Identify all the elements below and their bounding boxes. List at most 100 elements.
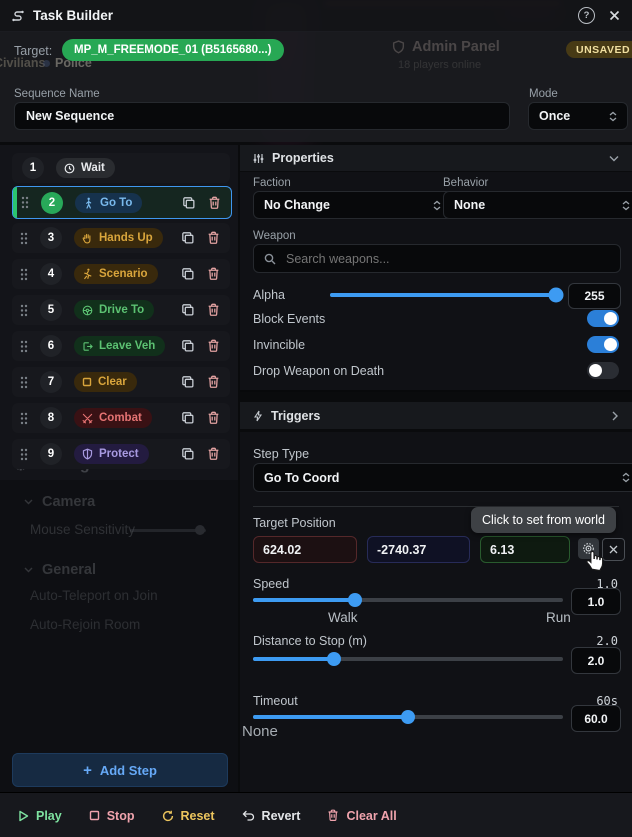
alpha-slider[interactable] bbox=[330, 287, 564, 303]
step-row-protect[interactable]: 9 Protect bbox=[12, 439, 230, 469]
drag-handle-icon[interactable] bbox=[20, 232, 28, 245]
clear-all-button[interactable]: Clear All bbox=[327, 809, 397, 823]
weapon-label: Weapon bbox=[253, 230, 296, 242]
alpha-value[interactable]: 255 bbox=[568, 283, 621, 309]
revert-button[interactable]: Revert bbox=[242, 809, 300, 823]
trash-icon bbox=[209, 196, 220, 209]
timeout-slider[interactable] bbox=[253, 710, 563, 724]
block-events-label: Block Events bbox=[253, 312, 326, 326]
step-number: 2 bbox=[41, 191, 63, 214]
close-button[interactable] bbox=[609, 10, 620, 21]
timeout-box[interactable]: 60.0 bbox=[571, 705, 621, 732]
step-row-leaveveh[interactable]: 6 Leave Veh bbox=[12, 331, 230, 361]
sliders-icon bbox=[253, 153, 264, 164]
step-row-goto-selected[interactable]: 2 Go To bbox=[12, 186, 232, 219]
copy-step-button[interactable] bbox=[181, 447, 195, 461]
faction-label: Faction bbox=[253, 177, 291, 189]
drag-handle-icon[interactable] bbox=[20, 304, 28, 317]
speed-label: Speed bbox=[253, 577, 290, 591]
toggle-knob bbox=[604, 338, 617, 351]
step-row-clear[interactable]: 7 Clear bbox=[12, 367, 230, 397]
toggle-knob bbox=[589, 364, 602, 377]
reset-button[interactable]: Reset bbox=[162, 809, 215, 823]
stop-button[interactable]: Stop bbox=[89, 809, 135, 823]
copy-step-button[interactable] bbox=[181, 411, 195, 425]
alpha-slider-thumb[interactable] bbox=[548, 287, 564, 303]
delete-step-button[interactable] bbox=[207, 303, 220, 317]
delete-step-button[interactable] bbox=[207, 267, 220, 281]
delete-step-button[interactable] bbox=[208, 196, 221, 210]
copy-icon bbox=[182, 268, 194, 280]
copy-step-button[interactable] bbox=[182, 196, 196, 210]
delete-step-button[interactable] bbox=[207, 375, 220, 389]
clear-position-button[interactable] bbox=[602, 538, 625, 561]
drag-handle-icon[interactable] bbox=[20, 448, 28, 461]
copy-icon bbox=[182, 340, 194, 352]
faction-select[interactable]: No Change bbox=[253, 191, 452, 219]
drag-handle-icon[interactable] bbox=[20, 340, 28, 353]
mode-select[interactable]: Once bbox=[528, 102, 628, 130]
timeout-slider-thumb[interactable] bbox=[401, 710, 415, 724]
distance-label: Distance to Stop (m) bbox=[253, 634, 367, 648]
distance-box[interactable]: 2.0 bbox=[571, 647, 621, 674]
distance-slider-thumb[interactable] bbox=[326, 652, 341, 666]
delete-step-button[interactable] bbox=[207, 411, 220, 425]
properties-section: Properties Faction No Change Behavior No… bbox=[240, 145, 632, 392]
drag-handle-icon[interactable] bbox=[20, 412, 28, 425]
coord-y-input[interactable]: -2740.37 bbox=[367, 536, 470, 563]
toggle-knob bbox=[604, 312, 617, 325]
triggers-header[interactable]: Triggers bbox=[240, 402, 632, 430]
copy-step-button[interactable] bbox=[181, 267, 195, 281]
copy-step-button[interactable] bbox=[181, 303, 195, 317]
drop-weapon-toggle[interactable] bbox=[587, 362, 619, 379]
weapon-search[interactable] bbox=[253, 244, 621, 273]
drag-handle-icon[interactable] bbox=[21, 196, 29, 209]
help-button[interactable]: ? bbox=[578, 7, 595, 24]
behavior-select[interactable]: None bbox=[443, 191, 632, 219]
chevron-updown-icon bbox=[433, 200, 441, 210]
copy-step-button[interactable] bbox=[181, 339, 195, 353]
trash-icon bbox=[208, 303, 219, 316]
selected-indicator-bar bbox=[13, 187, 17, 218]
step-type-select[interactable]: Go To Coord bbox=[253, 463, 632, 492]
target-entity-pill[interactable]: MP_M_FREEMODE_01 (B5165680...) bbox=[62, 39, 284, 61]
copy-step-button[interactable] bbox=[181, 375, 195, 389]
set-from-world-button[interactable] bbox=[578, 538, 599, 559]
unsaved-badge: UNSAVED bbox=[566, 41, 632, 58]
speed-box[interactable]: 1.0 bbox=[571, 588, 621, 615]
coord-x-input[interactable]: 624.02 bbox=[253, 536, 357, 563]
faction-value: No Change bbox=[264, 198, 330, 212]
step-row-combat[interactable]: 8 Combat bbox=[12, 403, 230, 433]
properties-header[interactable]: Properties bbox=[240, 145, 632, 172]
copy-step-button[interactable] bbox=[181, 231, 195, 245]
step-row-scenario[interactable]: 4 Scenario bbox=[12, 259, 230, 289]
step-number: 9 bbox=[40, 443, 62, 465]
speed-min-label: Walk bbox=[328, 610, 358, 625]
delete-step-button[interactable] bbox=[207, 231, 220, 245]
speed-slider-thumb[interactable] bbox=[348, 593, 363, 607]
step-row-driveto[interactable]: 5 Drive To bbox=[12, 295, 230, 325]
invincible-toggle[interactable] bbox=[587, 336, 619, 353]
step-pill-protect: Protect bbox=[74, 444, 149, 464]
speed-slider[interactable] bbox=[253, 593, 563, 607]
sequence-name-input[interactable] bbox=[14, 102, 510, 130]
delete-step-button[interactable] bbox=[207, 447, 220, 461]
shield-icon bbox=[82, 448, 93, 460]
drag-handle-icon[interactable] bbox=[20, 376, 28, 389]
behavior-value: None bbox=[454, 198, 486, 212]
drop-weapon-label: Drop Weapon on Death bbox=[253, 364, 385, 378]
drag-handle-icon[interactable] bbox=[20, 268, 28, 281]
weapon-search-input[interactable] bbox=[284, 250, 620, 267]
step-row-handsup[interactable]: 3 Hands Up bbox=[12, 223, 230, 253]
block-events-toggle[interactable] bbox=[587, 310, 619, 327]
coord-z-input[interactable]: 6.13 bbox=[480, 536, 570, 563]
speed-max-label: Run bbox=[546, 610, 571, 625]
timeout-label: Timeout bbox=[253, 694, 298, 708]
play-button[interactable]: Play bbox=[18, 809, 62, 823]
add-step-button[interactable]: + Add Step bbox=[12, 753, 228, 787]
step-row-wait[interactable]: 1 Wait bbox=[12, 153, 230, 183]
delete-step-button[interactable] bbox=[207, 339, 220, 353]
steering-wheel-icon bbox=[82, 305, 93, 315]
distance-slider[interactable] bbox=[253, 652, 563, 666]
chevron-down-icon bbox=[609, 155, 619, 161]
